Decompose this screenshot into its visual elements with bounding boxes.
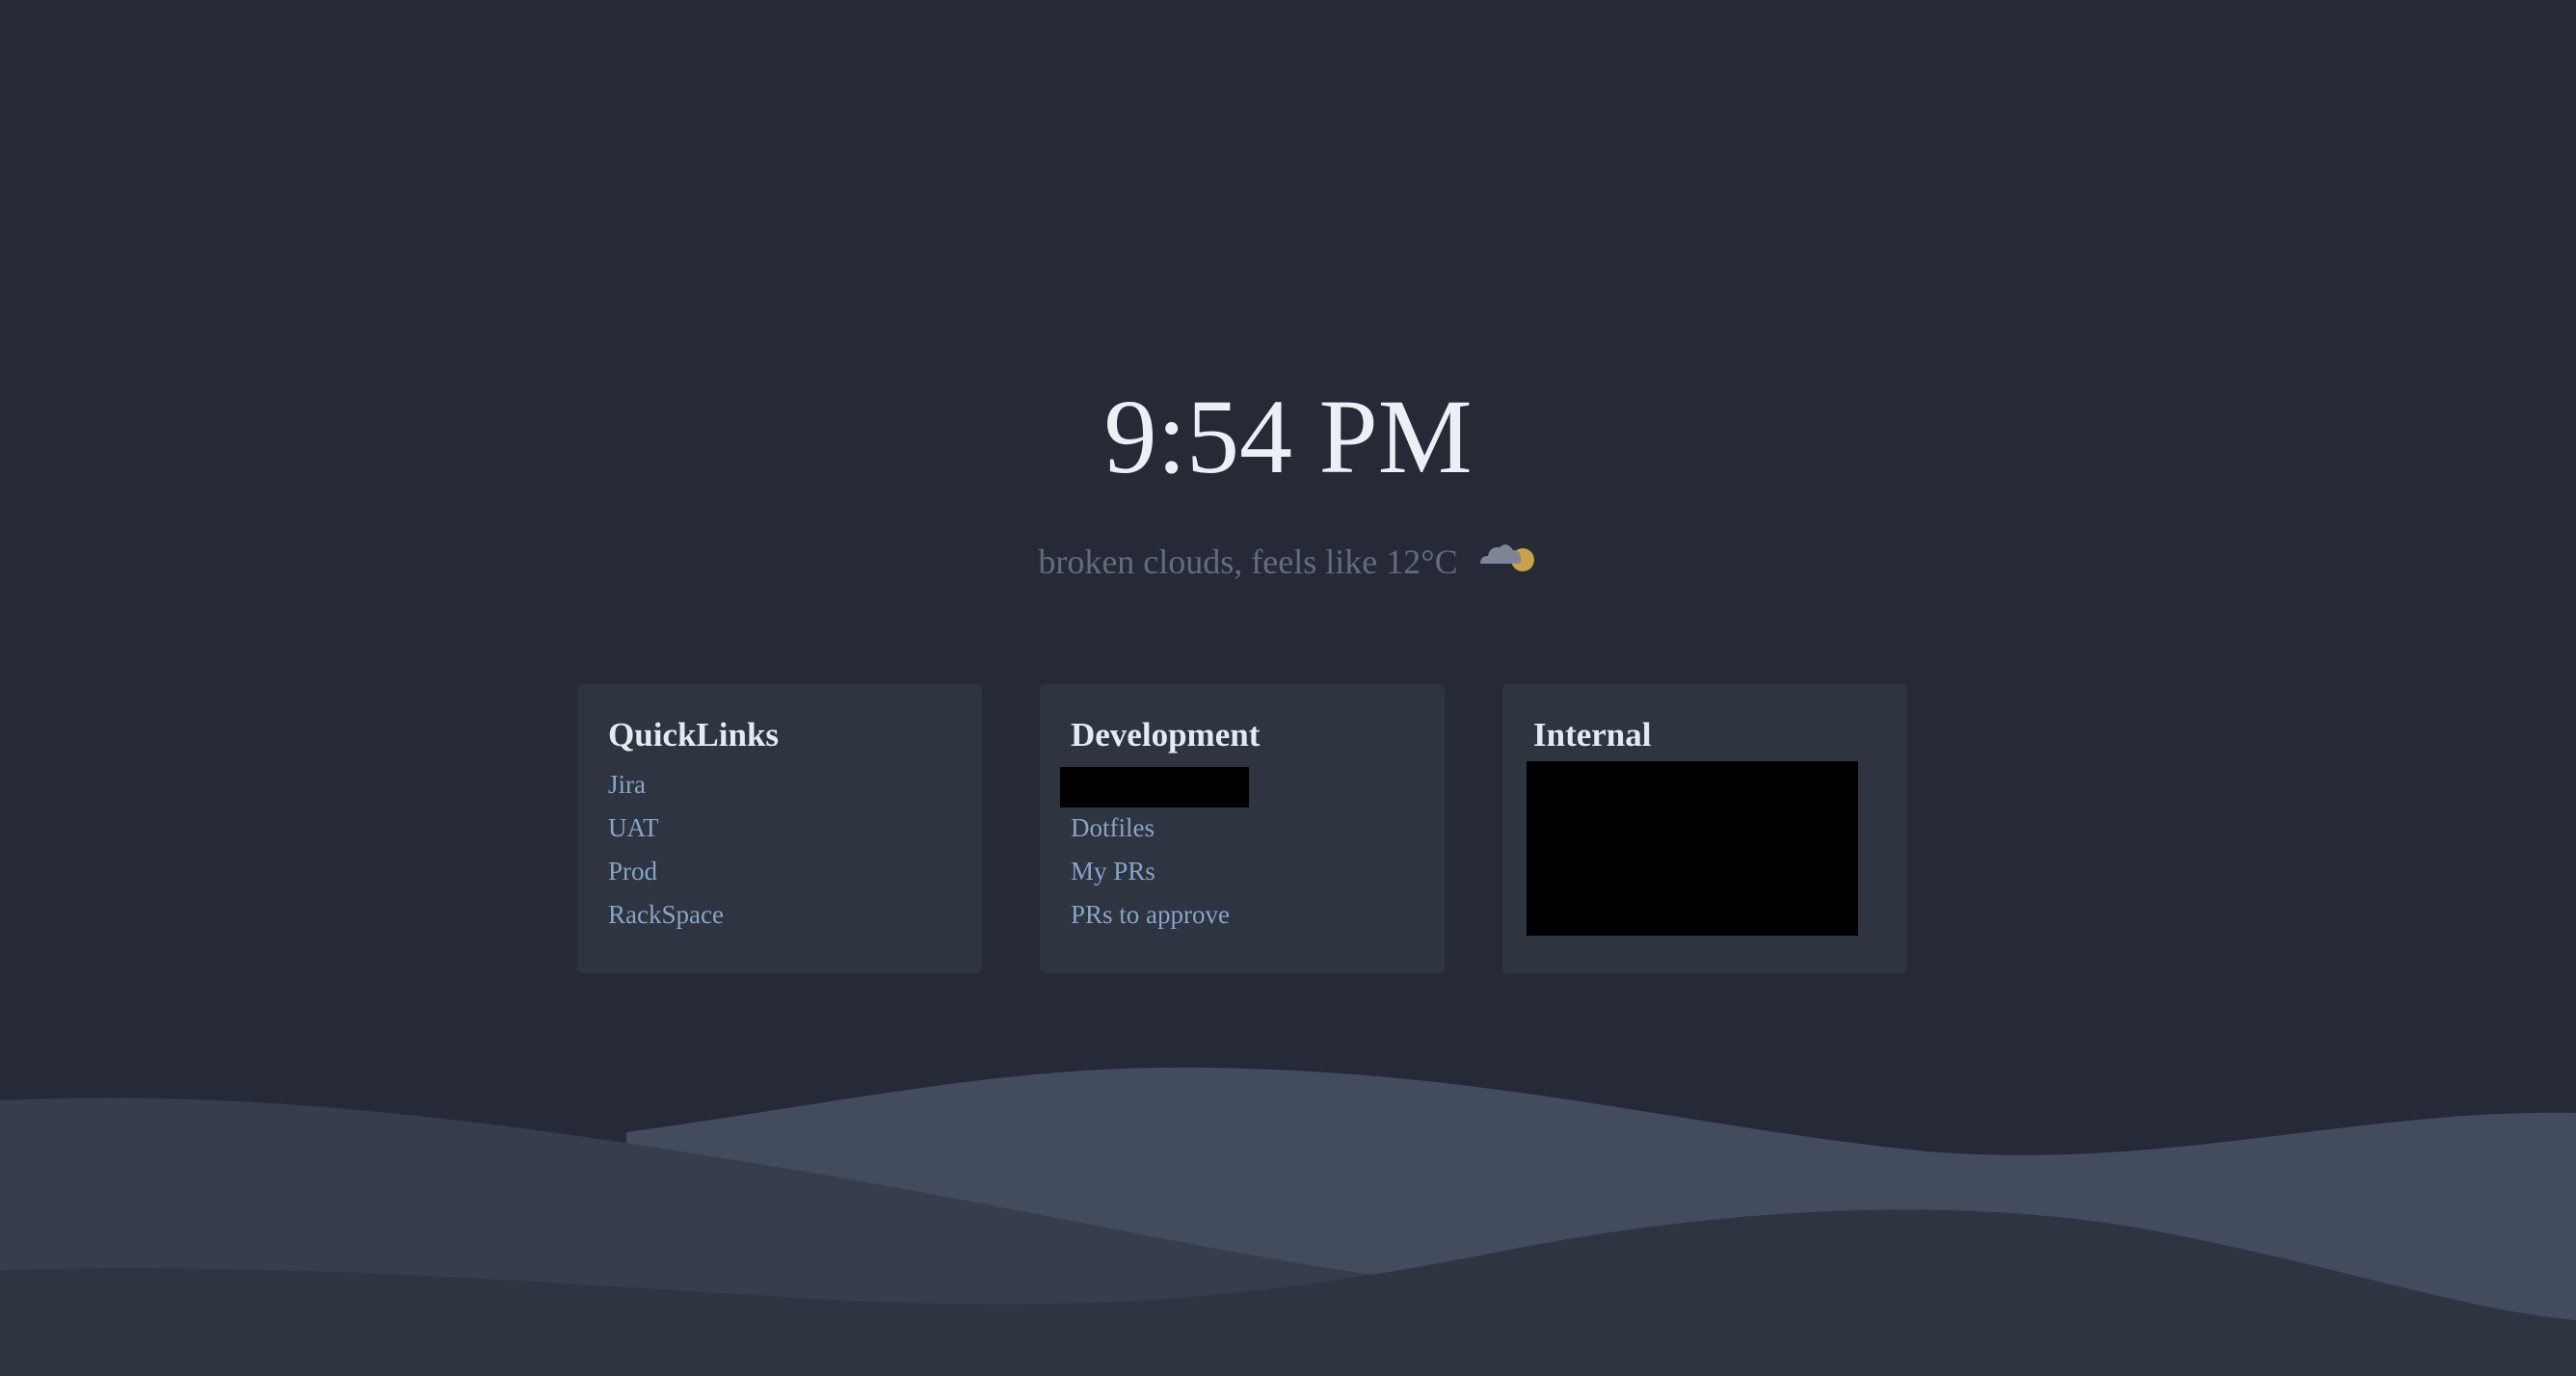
cloud-sun-icon [1476, 535, 1538, 588]
list-item: Dotfiles [1071, 807, 1445, 850]
link-rackspace[interactable]: RackSpace [608, 900, 724, 929]
redacted-link[interactable] [1060, 767, 1249, 807]
redacted-content [1527, 761, 1858, 936]
link-jira[interactable]: Jira [608, 770, 646, 799]
development-list: Dotfiles My PRs PRs to approve [1060, 763, 1445, 937]
development-card: Development Dotfiles My PRs PRs to appro… [1040, 684, 1445, 973]
list-item: My PRs [1071, 850, 1445, 893]
weather-summary: broken clouds, feels like 12°C [0, 535, 2576, 588]
card-title: QuickLinks [608, 716, 780, 754]
link-uat[interactable]: UAT [608, 813, 659, 842]
list-item: Jira [608, 763, 982, 807]
weather-text: broken clouds, feels like 12°C [1038, 542, 1458, 581]
link-my-prs[interactable]: My PRs [1071, 857, 1155, 886]
card-title: Internal [1533, 716, 1652, 754]
startpage: 9:54 PM broken clouds, feels like 12°C Q… [0, 0, 2576, 1376]
internal-card: Internal [1502, 684, 1907, 973]
link-prod[interactable]: Prod [608, 857, 657, 886]
list-item: Prod [608, 850, 982, 893]
clock-time: 9:54 PM [1103, 378, 1473, 495]
list-item: RackSpace [608, 893, 982, 937]
link-prs-to-approve[interactable]: PRs to approve [1071, 900, 1230, 929]
list-item: UAT [608, 807, 982, 850]
list-item [1060, 763, 1445, 807]
link-dotfiles[interactable]: Dotfiles [1071, 813, 1155, 842]
card-title: Development [1071, 716, 1261, 754]
quicklinks-card: QuickLinks Jira UAT Prod RackSpace [577, 684, 982, 973]
quicklinks-list: Jira UAT Prod RackSpace [608, 763, 982, 937]
list-item: PRs to approve [1071, 893, 1445, 937]
